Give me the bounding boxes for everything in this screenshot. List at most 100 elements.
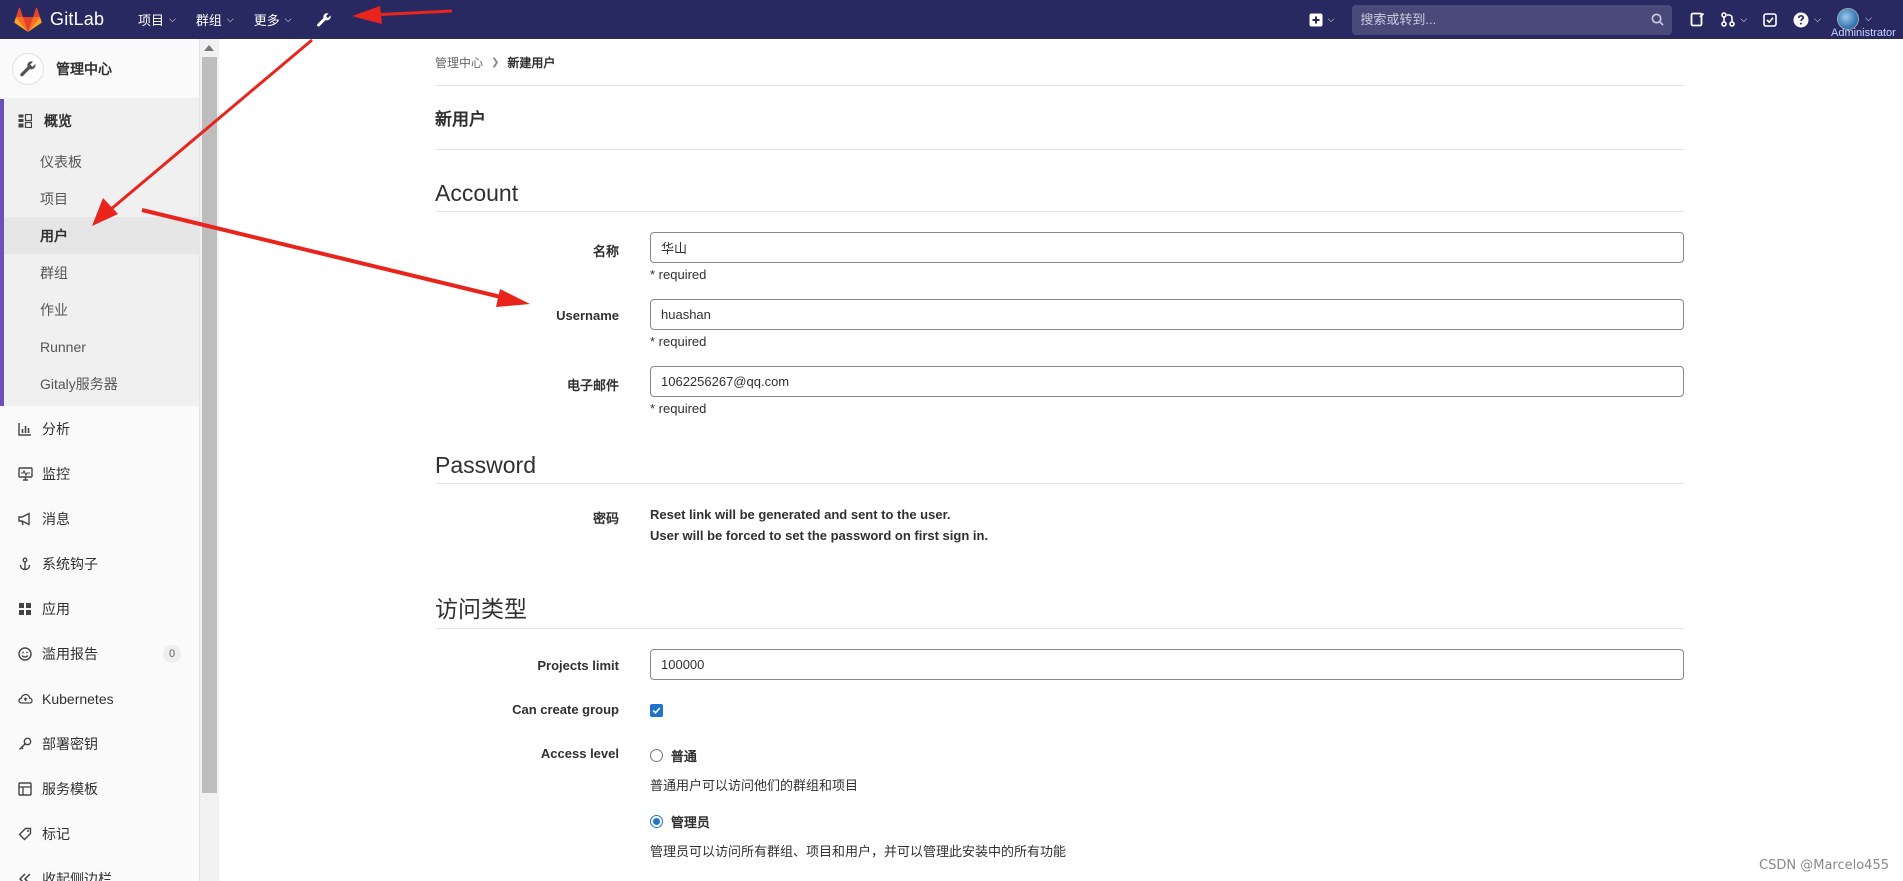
sidebar-header[interactable]: 管理中心 xyxy=(0,39,199,99)
can-create-group-field xyxy=(650,702,1685,718)
admin-area-button[interactable] xyxy=(308,0,340,39)
breadcrumb-admin-area-link[interactable]: 管理中心 xyxy=(435,54,483,71)
sidebar-item-jobs[interactable]: 作业 xyxy=(4,291,199,328)
new-item-dropdown[interactable]: ⌵ xyxy=(1301,0,1343,39)
breadcrumb-current[interactable]: 新建用户 xyxy=(507,54,555,71)
username-label: Username xyxy=(556,308,619,323)
username-required-hint: * required xyxy=(650,334,707,349)
gitlab-home-link[interactable]: GitLab xyxy=(0,0,112,39)
nav-groups-dropdown[interactable]: 群组 ⌵ xyxy=(186,0,244,39)
access-level-admin-option[interactable]: 管理员 xyxy=(650,812,1685,831)
chevron-down-icon: ⌵ xyxy=(169,14,176,24)
password-info-line-2: User will be forced to set the password … xyxy=(650,528,989,543)
sidebar-scrollbar[interactable] xyxy=(200,39,219,881)
can-create-group-row: Can create group xyxy=(435,702,1685,718)
projects-limit-input[interactable] xyxy=(650,649,1684,680)
sidebar-item-gitaly-servers[interactable]: Gitaly服务器 xyxy=(4,365,199,402)
name-input[interactable] xyxy=(650,232,1684,263)
check-icon xyxy=(652,707,661,714)
scrollbar-thumb[interactable] xyxy=(202,57,217,793)
projects-limit-row: Projects limit xyxy=(435,649,1685,680)
access-section-title: 访问类型 xyxy=(435,590,1685,629)
top-nav-menu: 项目 ⌵ 群组 ⌵ 更多 ⌵ xyxy=(128,0,340,39)
chevron-down-icon: ⌵ xyxy=(1740,14,1748,24)
apps-icon xyxy=(16,602,34,616)
sidebar-item-analytics[interactable]: 分析 xyxy=(0,406,199,451)
todos-button[interactable] xyxy=(1755,0,1785,39)
sidebar-item-service-templates[interactable]: 服务模板 xyxy=(0,766,199,811)
key-icon xyxy=(16,737,34,751)
email-row: 电子邮件 * required xyxy=(435,366,1685,416)
nav-more-dropdown[interactable]: 更多 ⌵ xyxy=(244,0,302,39)
name-required-hint: * required xyxy=(650,267,707,282)
sidebar-item-abuse-reports[interactable]: 滥用报告 0 xyxy=(0,631,199,676)
sidebar-item-label: 分析 xyxy=(42,420,70,437)
access-level-row: Access level 普通 普通用户可以访问他们的群组和项目 管理员 管理员… xyxy=(435,746,1685,860)
scroll-up-arrow-icon[interactable] xyxy=(204,45,214,51)
admin-help-text: 管理员可以访问所有群组、项目和用户，并可以管理此安装中的所有功能 xyxy=(650,844,1067,859)
brand-name: GitLab xyxy=(50,9,105,29)
chevron-right-icon: ❯ xyxy=(491,56,500,68)
sidebar-item-applications[interactable]: 应用 xyxy=(0,586,199,631)
sidebar-item-label: 收起侧边栏 xyxy=(42,870,112,881)
sidebar-item-projects[interactable]: 项目 xyxy=(4,180,199,217)
search-box[interactable] xyxy=(1352,4,1673,35)
sidebar-item-deploy-keys[interactable]: 部署密钥 xyxy=(0,721,199,766)
regular-radio-label: 普通 xyxy=(670,749,697,764)
plus-square-icon xyxy=(1309,13,1323,26)
sidebar-item-overview[interactable]: 概览 xyxy=(4,99,199,143)
sidebar-group-overview: 概览 仪表板 项目 用户 群组 作业 Runner Gitaly服务器 xyxy=(0,99,199,406)
can-create-group-checkbox[interactable] xyxy=(650,704,663,717)
sidebar-avatar xyxy=(12,52,44,85)
megaphone-icon xyxy=(16,511,34,526)
password-section-title: Password xyxy=(435,452,1685,484)
email-input[interactable] xyxy=(650,366,1684,397)
projects-limit-field-wrap xyxy=(650,649,1685,680)
collapse-icon xyxy=(16,872,34,881)
password-info: Reset link will be generated and sent to… xyxy=(650,504,1685,546)
question-icon xyxy=(1793,12,1809,27)
page-title: 新用户 xyxy=(435,86,1685,150)
sidebar-collapse-button[interactable]: 收起侧边栏 xyxy=(0,856,199,881)
sidebar-item-label: 消息 xyxy=(42,510,70,527)
account-section-title: Account xyxy=(435,180,1685,212)
sidebar-item-label: 服务模板 xyxy=(42,780,98,797)
nav-projects-dropdown[interactable]: 项目 ⌵ xyxy=(128,0,186,39)
search-input[interactable] xyxy=(1360,12,1652,27)
help-dropdown[interactable]: ⌵ xyxy=(1785,0,1829,39)
admin-radio[interactable] xyxy=(650,815,663,828)
issues-button[interactable] xyxy=(1682,0,1713,39)
username-input[interactable] xyxy=(650,299,1684,330)
sidebar-item-users[interactable]: 用户 xyxy=(4,217,199,254)
regular-radio[interactable] xyxy=(650,749,663,762)
sidebar-item-label: 概览 xyxy=(44,113,72,129)
email-required-hint: * required xyxy=(650,401,707,416)
sidebar-item-monitoring[interactable]: 监控 xyxy=(0,451,199,496)
label-icon xyxy=(16,827,34,841)
sidebar-item-runners[interactable]: Runner xyxy=(4,328,199,365)
search-icon xyxy=(1651,13,1665,26)
merge-requests-dropdown[interactable]: ⌵ xyxy=(1713,0,1755,39)
dashboard-grid-icon xyxy=(16,114,34,128)
username-row: Username * required xyxy=(435,299,1685,349)
sidebar-item-system-hooks[interactable]: 系统钩子 xyxy=(0,541,199,586)
user-menu-dropdown[interactable]: ⌵ Administrator xyxy=(1829,0,1903,39)
sidebar-item-kubernetes[interactable]: Kubernetes xyxy=(0,676,199,721)
password-info-line-1: Reset link will be generated and sent to… xyxy=(650,507,951,522)
access-level-regular-option[interactable]: 普通 xyxy=(650,746,1685,765)
sidebar-item-groups[interactable]: 群组 xyxy=(4,254,199,291)
sidebar-item-dashboard[interactable]: 仪表板 xyxy=(4,143,199,180)
sidebar-item-messages[interactable]: 消息 xyxy=(0,496,199,541)
password-label: 密码 xyxy=(592,511,619,526)
chevron-down-icon: ⌵ xyxy=(1327,14,1335,24)
nav-projects-label: 项目 xyxy=(138,13,165,28)
sidebar-item-label: 监控 xyxy=(42,465,70,482)
user-name: Administrator xyxy=(1831,27,1896,39)
chevron-down-icon: ⌵ xyxy=(226,14,234,24)
sidebar-item-labels[interactable]: 标记 xyxy=(0,811,199,856)
sidebar: 管理中心 概览 仪表板 项目 用户 群组 作业 Runner Gitaly服务器… xyxy=(0,39,200,881)
chevron-down-icon: ⌵ xyxy=(284,14,292,24)
smiley-icon xyxy=(16,646,34,661)
nav-more-label: 更多 xyxy=(253,13,280,28)
gitlab-logo-icon xyxy=(14,7,42,32)
